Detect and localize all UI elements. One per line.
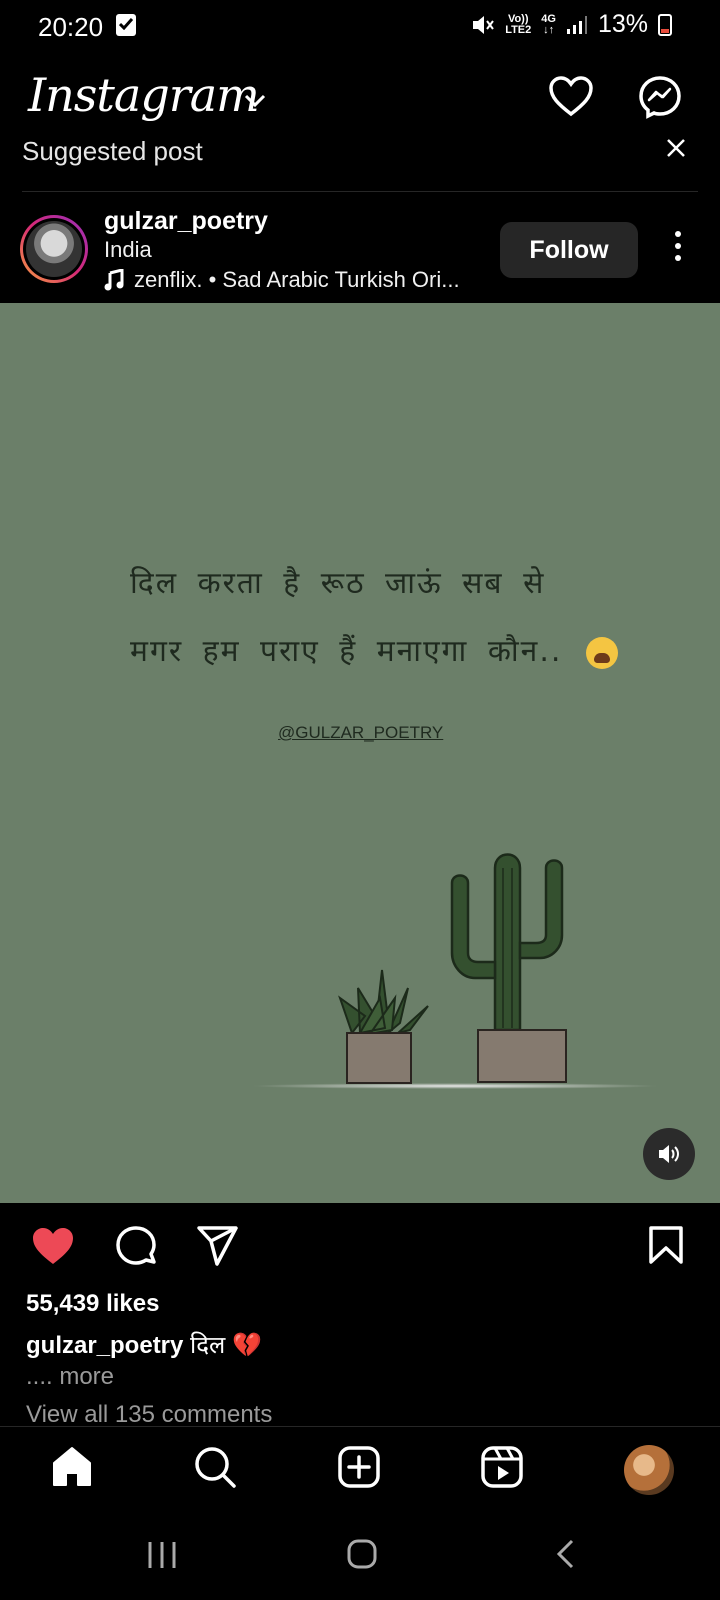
caption-username[interactable]: gulzar_poetry — [26, 1332, 183, 1359]
speaker-icon — [659, 1145, 679, 1163]
close-icon[interactable] — [666, 138, 686, 158]
more-link[interactable]: .... more — [26, 1363, 114, 1391]
share-icon[interactable] — [196, 1225, 240, 1267]
follow-button[interactable]: Follow — [500, 222, 638, 278]
crying-emoji-icon — [585, 636, 618, 669]
home-button-icon[interactable] — [346, 1538, 378, 1570]
home-icon[interactable] — [50, 1445, 94, 1489]
more-options-icon[interactable] — [668, 231, 688, 267]
cactus-illustration — [338, 853, 567, 1084]
back-icon[interactable] — [554, 1538, 576, 1570]
notifications-heart-icon[interactable] — [548, 75, 594, 117]
search-icon[interactable] — [193, 1445, 237, 1489]
network-type: 4G ↓↑ — [541, 12, 556, 36]
messenger-icon[interactable] — [638, 75, 682, 119]
mute-icon — [473, 15, 494, 34]
likes-count[interactable]: 55,439 likes — [26, 1290, 159, 1318]
status-time: 20:20 — [38, 12, 104, 42]
battery-percent: 13% — [597, 10, 648, 38]
save-bookmark-icon[interactable] — [648, 1225, 684, 1265]
instagram-logo[interactable]: Instagram — [28, 68, 260, 122]
poem-line-2: मगर हम पराए हैं मनाएगा कौन.. — [130, 629, 618, 670]
post-header: gulzar_poetry India zenflix. • Sad Arabi… — [0, 195, 720, 303]
create-post-icon[interactable] — [337, 1445, 381, 1489]
view-comments-link[interactable]: View all 135 comments — [26, 1401, 426, 1425]
recent-apps-icon[interactable] — [146, 1540, 178, 1570]
status-icons: Vo)) LTE2 4G ↓↑ 13% — [471, 10, 672, 39]
caption-text: दिल 💔 — [190, 1332, 262, 1359]
poem-line-1: दिल करता है रूठ जाऊं सब से — [130, 566, 546, 601]
music-note-icon — [104, 269, 124, 291]
post-music[interactable]: zenflix. • Sad Arabic Turkish Ori... — [104, 267, 460, 293]
post-location[interactable]: India — [104, 237, 152, 263]
author-avatar[interactable] — [20, 215, 88, 283]
like-heart-icon[interactable] — [30, 1225, 76, 1267]
audio-toggle-button[interactable] — [643, 1128, 695, 1180]
music-label: zenflix. • Sad Arabic Turkish Ori... — [134, 267, 460, 292]
post-image[interactable]: दिल करता है रूठ जाऊं सब से मगर हम पराए ह… — [0, 303, 720, 1203]
bottom-navigation — [0, 1426, 720, 1510]
comment-icon[interactable] — [114, 1225, 158, 1269]
post-actions — [0, 1203, 720, 1283]
signal-icon — [566, 15, 587, 34]
post-username[interactable]: gulzar_poetry — [104, 207, 268, 236]
notification-check-icon — [116, 14, 136, 36]
profile-avatar[interactable] — [624, 1445, 674, 1495]
suggested-post-bar: Suggested post — [22, 130, 698, 192]
chevron-down-icon[interactable] — [244, 94, 266, 108]
suggested-post-label: Suggested post — [22, 136, 203, 166]
volte-indicator: Vo)) LTE2 — [505, 12, 532, 36]
watermark-handle: @GULZAR_POETRY — [278, 723, 444, 742]
reels-icon[interactable] — [480, 1445, 524, 1489]
post-caption: gulzar_poetry दिल 💔 — [26, 1328, 262, 1361]
system-navigation — [0, 1510, 720, 1600]
battery-icon — [658, 13, 672, 36]
status-bar: 20:20 Vo)) LTE2 4G ↓↑ 13% — [0, 0, 720, 52]
